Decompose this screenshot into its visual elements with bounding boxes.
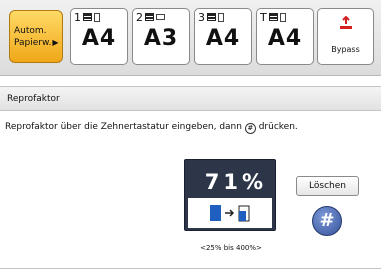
auto-paper-line2: Papierw.: [14, 38, 52, 48]
ratio-range: <25% bis 400%>: [200, 244, 262, 252]
instruction-text-after: drücken.: [258, 122, 298, 132]
bypass-tray-icon: [339, 15, 353, 34]
tray-paper-size: A3: [143, 26, 179, 51]
ratio-value: 71%: [204, 170, 267, 194]
reduce-document-icon: [210, 205, 250, 222]
paper-stack-icon: [83, 13, 92, 21]
tray-header: T: [260, 10, 286, 24]
arrow-right-icon: ▶: [52, 38, 59, 47]
tray-1-button[interactable]: 1 A4: [70, 8, 128, 65]
tray-header: 2: [136, 10, 165, 24]
tray-number: 3: [198, 10, 205, 24]
tray-t-button[interactable]: T A4: [256, 8, 314, 65]
tray-paper-size: A4: [205, 26, 241, 51]
tray-header: 3: [198, 10, 224, 24]
auto-paper-line1: Autom.: [14, 26, 47, 36]
paper-tray-bar: Autom. Papierw.▶ 1 A4 2 A3 3 A4 T A4 Byp…: [0, 0, 381, 76]
tray-number: T: [260, 10, 267, 24]
landscape-sheet-icon: [156, 14, 165, 20]
ratio-display: 71%: [184, 159, 276, 231]
hash-key-icon: #: [244, 123, 256, 134]
tray-2-button[interactable]: 2 A3: [132, 8, 190, 65]
tray-3-button[interactable]: 3 A4: [194, 8, 252, 65]
tray-paper-size: A4: [81, 26, 117, 51]
tray-number: 2: [136, 10, 143, 24]
clear-button[interactable]: Löschen: [296, 176, 359, 196]
paper-stack-icon: [268, 13, 278, 21]
paper-stack-icon: [145, 13, 154, 21]
instruction-text-before: Reprofaktor über die Zehnertastatur eing…: [5, 122, 242, 132]
screen-title: Reprofaktor: [0, 86, 381, 111]
ratio-icon-panel: [188, 198, 272, 228]
bypass-tray-button[interactable]: Bypass: [317, 8, 374, 65]
tray-header: 1: [74, 10, 100, 24]
paper-stack-icon: [207, 13, 216, 21]
divider: [0, 268, 381, 269]
tray-paper-size: A4: [267, 26, 303, 51]
auto-paper-select-button[interactable]: Autom. Papierw.▶: [9, 10, 63, 63]
instruction-text: Reprofaktor über die Zehnertastatur eing…: [5, 122, 298, 134]
tray-number: 1: [74, 10, 81, 24]
bypass-label: Bypass: [331, 45, 360, 54]
portrait-sheet-icon: [279, 12, 286, 22]
portrait-sheet-icon: [94, 12, 100, 22]
hash-button[interactable]: #: [312, 206, 342, 236]
portrait-sheet-icon: [218, 12, 224, 22]
